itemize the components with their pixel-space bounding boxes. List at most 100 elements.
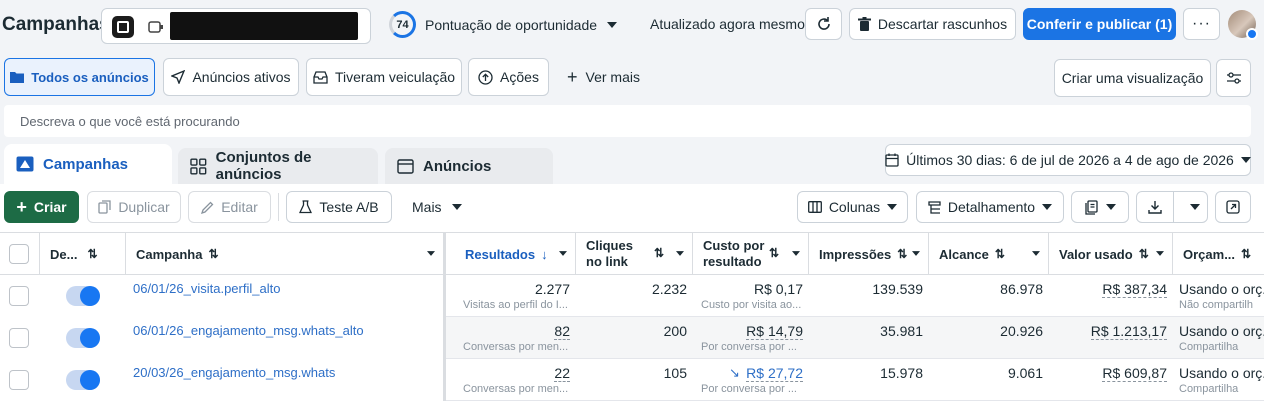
- account-selector[interactable]: [101, 8, 371, 44]
- budget-cell: Usando o orç... Não compartilh: [1173, 275, 1264, 317]
- caret-down-icon: [1032, 251, 1040, 256]
- duplicate-button[interactable]: Duplicar: [87, 191, 181, 223]
- budget-value: Usando o orç...: [1179, 365, 1264, 381]
- table-row[interactable]: 20/03/26_engajamento_msg.whats 22 Conver…: [0, 359, 1264, 401]
- filter-active-ads[interactable]: Anúncios ativos: [163, 58, 299, 96]
- column-campaign[interactable]: Campanha ⇅: [126, 233, 446, 275]
- row-checkbox[interactable]: [9, 328, 29, 348]
- edit-button[interactable]: Editar: [188, 191, 271, 223]
- report-icon: [1084, 199, 1098, 215]
- budget-value: Usando o orç...: [1179, 281, 1264, 297]
- column-results[interactable]: Resultados ↓: [455, 233, 576, 275]
- refresh-button[interactable]: [805, 8, 842, 40]
- caret-down-icon: [559, 251, 567, 256]
- tab-adsets[interactable]: Conjuntos de anúncios: [178, 148, 378, 184]
- reports-button[interactable]: [1071, 191, 1129, 223]
- columns-label: Colunas: [828, 199, 881, 215]
- impressions-cell: 15.978: [809, 359, 929, 401]
- filter-all-ads[interactable]: Todos os anúncios: [4, 58, 155, 96]
- create-button[interactable]: + Criar: [4, 191, 79, 223]
- caret-down-icon: [912, 251, 920, 256]
- column-cost-per-result[interactable]: Custo por resultado ⇅: [693, 233, 809, 275]
- opportunity-score-label: Pontuação de oportunidade: [425, 17, 598, 33]
- results-sub: Conversas por men...: [463, 383, 569, 395]
- table-row[interactable]: 06/01/26_visita.perfil_alto 2.277 Visita…: [0, 275, 1264, 317]
- plus-icon: +: [16, 197, 27, 217]
- reach-cell: 86.978: [929, 275, 1049, 317]
- select-all-checkbox[interactable]: [9, 244, 29, 264]
- create-view-button[interactable]: Criar uma visualização: [1054, 59, 1211, 97]
- results-cell: 2.277 Visitas ao perfil do I...: [455, 275, 576, 317]
- caret-down-icon: [1156, 251, 1164, 256]
- ad-window-icon: [397, 158, 414, 174]
- tab-ads[interactable]: Anúncios: [385, 148, 553, 184]
- delivery-toggle[interactable]: [66, 328, 100, 348]
- discard-drafts-button[interactable]: Descartar rascunhos: [849, 8, 1016, 40]
- more-actions-label: Mais: [412, 199, 442, 215]
- export-button[interactable]: [1136, 191, 1208, 223]
- search-placeholder: Descreva o que você está procurando: [20, 114, 240, 129]
- more-actions-dropdown[interactable]: Mais: [412, 199, 462, 215]
- opportunity-score-dropdown[interactable]: Pontuação de oportunidade: [425, 17, 618, 33]
- expand-button[interactable]: [1215, 191, 1251, 223]
- column-budget[interactable]: Orçam... ⇅: [1173, 233, 1264, 275]
- impressions-value: 35.981: [880, 323, 923, 339]
- delivery-toggle[interactable]: [66, 370, 100, 390]
- row-frozen-cells: 20/03/26_engajamento_msg.whats: [0, 359, 446, 401]
- inbox-icon: [313, 70, 328, 84]
- budget-sub: Não compartilh: [1179, 299, 1253, 311]
- campaign-name-link[interactable]: 20/03/26_engajamento_msg.whats: [133, 365, 335, 380]
- more-options-button[interactable]: ···: [1183, 8, 1220, 40]
- reach-value: 9.061: [1007, 365, 1043, 381]
- tab-campaigns[interactable]: Campanhas: [4, 144, 172, 184]
- columns-button[interactable]: Colunas: [797, 191, 908, 223]
- ellipsis-icon: ···: [1192, 15, 1211, 32]
- filter-had-delivery[interactable]: Tiveram veiculação: [306, 58, 462, 96]
- duplicate-label: Duplicar: [118, 199, 170, 215]
- budget-value: Usando o orç...: [1179, 323, 1264, 339]
- select-all-cell: [0, 233, 40, 275]
- delivery-toggle[interactable]: [66, 286, 100, 306]
- breakdown-button[interactable]: Detalhamento: [916, 191, 1064, 223]
- column-impressions[interactable]: Impressões ⇅: [809, 233, 929, 275]
- reach-value: 20.926: [1000, 323, 1043, 339]
- spent-cell: R$ 1.213,17: [1049, 317, 1173, 359]
- filter-settings-button[interactable]: [1216, 59, 1251, 97]
- filter-actions[interactable]: Ações: [468, 58, 549, 96]
- campaign-icon: [16, 156, 34, 172]
- avatar[interactable]: [1228, 10, 1258, 40]
- table-row[interactable]: 06/01/26_engajamento_msg.whats_alto 82 C…: [0, 317, 1264, 359]
- cost-sub: Por conversa por ...: [701, 383, 797, 395]
- plus-icon: +: [567, 67, 578, 87]
- caret-down-icon: [792, 251, 800, 256]
- ab-test-label: Teste A/B: [319, 199, 379, 215]
- send-icon: [171, 70, 186, 84]
- spent-cell: R$ 387,34: [1049, 275, 1173, 317]
- column-link-clicks[interactable]: Cliques no link ⇅: [576, 233, 693, 275]
- campaign-name-link[interactable]: 06/01/26_engajamento_msg.whats_alto: [133, 323, 364, 338]
- budget-sub: Compartilha: [1179, 341, 1239, 353]
- breakdown-label: Detalhamento: [947, 199, 1036, 215]
- filter-actions-label: Ações: [500, 69, 539, 85]
- search-bar[interactable]: Descreva o que você está procurando: [4, 105, 1251, 137]
- filter-had-delivery-label: Tiveram veiculação: [334, 69, 456, 85]
- top-bar: Campanhas 74 Pontuação de oportunidade A…: [0, 0, 1264, 50]
- column-amount-spent[interactable]: Valor usado ⇅: [1049, 233, 1173, 275]
- cost-sub: Por conversa por ...: [701, 341, 797, 353]
- ab-test-button[interactable]: Teste A/B: [286, 191, 392, 223]
- column-reach[interactable]: Alcance ⇅: [929, 233, 1049, 275]
- date-range-picker[interactable]: Últimos 30 dias: 6 de jul de 2026 a 4 de…: [885, 144, 1251, 176]
- column-campaign-label: Campanha: [136, 246, 203, 262]
- edit-label: Editar: [221, 199, 258, 215]
- column-delivery[interactable]: De... ⇅: [40, 233, 126, 275]
- clicks-cell: 200: [576, 317, 693, 359]
- review-publish-button[interactable]: Conferir e publicar (1): [1023, 8, 1176, 40]
- row-frozen-cells: 06/01/26_engajamento_msg.whats_alto: [0, 317, 446, 359]
- row-checkbox[interactable]: [9, 286, 29, 306]
- row-checkbox[interactable]: [9, 370, 29, 390]
- campaign-name-link[interactable]: 06/01/26_visita.perfil_alto: [133, 281, 280, 296]
- impressions-value: 15.978: [880, 365, 923, 381]
- table-header: De... ⇅ Campanha ⇅ Resultados ↓ Cliques …: [0, 232, 1264, 275]
- see-more-filters[interactable]: + Ver mais: [567, 67, 640, 87]
- budget-cell: Usando o orç... Compartilha: [1173, 317, 1264, 359]
